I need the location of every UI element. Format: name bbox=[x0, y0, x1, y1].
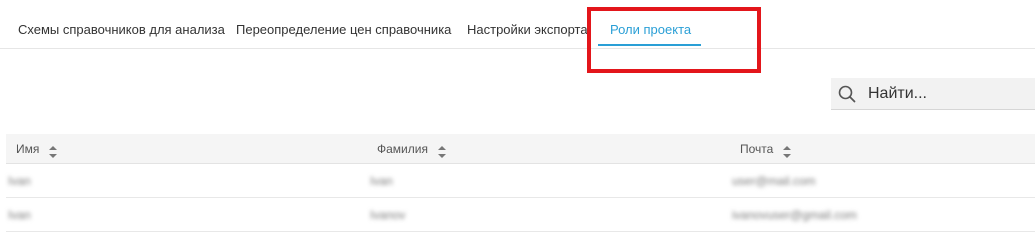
sort-icon[interactable] bbox=[437, 141, 447, 158]
search-icon bbox=[838, 85, 856, 103]
search-field[interactable] bbox=[831, 78, 1035, 110]
sort-icon[interactable] bbox=[48, 141, 58, 158]
cell-last-name: Ivanov bbox=[370, 208, 406, 222]
cell-email: user@mail.com bbox=[732, 174, 816, 188]
active-tab-indicator bbox=[598, 44, 701, 46]
tab-price-override[interactable]: Переопределение цен справочника bbox=[236, 0, 451, 48]
tab-export-settings[interactable]: Настройки экспорта bbox=[467, 0, 588, 48]
sort-icon[interactable] bbox=[782, 141, 792, 158]
tab-directory-schemes[interactable]: Схемы справочников для анализа bbox=[18, 0, 225, 48]
cell-email: ivanovuser@gmail.com bbox=[732, 208, 857, 222]
cell-first-name: Ivan bbox=[8, 174, 31, 188]
column-header-last-name[interactable]: Фамилия bbox=[377, 134, 447, 164]
cell-last-name: Ivan bbox=[370, 174, 393, 188]
column-header-label: Фамилия bbox=[377, 142, 428, 156]
column-header-label: Имя bbox=[16, 142, 40, 156]
column-header-first-name[interactable]: Имя bbox=[16, 134, 58, 164]
search-input[interactable] bbox=[868, 84, 1018, 103]
table-row[interactable]: Ivan Ivanov ivanovuser@gmail.com bbox=[6, 198, 1035, 232]
tab-project-roles[interactable]: Роли проекта bbox=[610, 0, 691, 48]
cell-first-name: Ivan bbox=[8, 208, 31, 222]
table-header: Имя Фамилия Почта bbox=[6, 134, 1035, 164]
column-header-email[interactable]: Почта bbox=[740, 134, 792, 164]
tab-bar: Схемы справочников для анализа Переопред… bbox=[0, 0, 1035, 49]
table-row[interactable]: Ivan Ivan user@mail.com bbox=[6, 164, 1035, 198]
column-header-label: Почта bbox=[740, 142, 774, 156]
